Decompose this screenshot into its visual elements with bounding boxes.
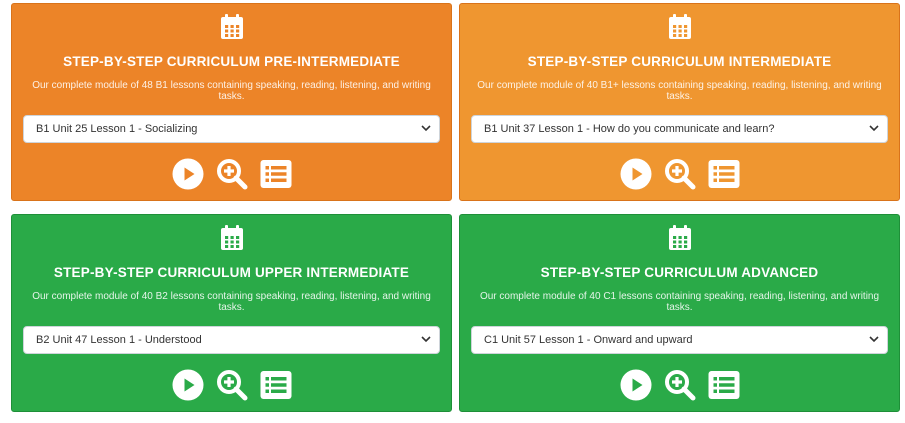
calendar-cell	[235, 245, 239, 248]
curriculum-card-pre-intermediate: STEP-BY-STEP CURRICULUM PRE-INTERMEDIATE…	[11, 3, 452, 201]
calendar-cell	[672, 34, 676, 37]
card-description: Our complete module of 40 B2 lessons con…	[32, 291, 431, 313]
card-description: Our complete module of 40 B1+ lessons co…	[477, 80, 882, 102]
calendar-cell	[678, 29, 682, 33]
play-icon	[172, 369, 203, 401]
zoom-in-icon	[216, 159, 247, 190]
lesson-list-button[interactable]	[260, 158, 292, 190]
play-button[interactable]	[620, 369, 652, 401]
play-icon	[620, 158, 651, 190]
zoom-in-icon	[216, 370, 247, 401]
card-title: STEP-BY-STEP CURRICULUM ADVANCED	[540, 265, 819, 280]
list-icon	[260, 371, 291, 399]
calendar-cell	[230, 245, 234, 248]
preview-button[interactable]	[216, 369, 248, 401]
calendar-cell	[224, 236, 228, 239]
calendar-cell	[672, 245, 676, 248]
card-title: STEP-BY-STEP CURRICULUM INTERMEDIATE	[527, 54, 832, 69]
calendar-cell	[678, 245, 682, 248]
card-actions	[460, 158, 899, 190]
card-description: Our complete module of 48 B1 lessons con…	[32, 80, 431, 102]
preview-button[interactable]	[664, 369, 696, 401]
calendar-cell	[672, 29, 676, 33]
play-button[interactable]	[172, 369, 204, 401]
calendar-cell	[230, 25, 234, 28]
lesson-list-button[interactable]	[708, 369, 740, 401]
calendar-cell	[678, 25, 682, 28]
zoom-in-icon	[664, 159, 695, 190]
preview-button[interactable]	[216, 158, 248, 190]
preview-button[interactable]	[664, 158, 696, 190]
chevron-down-icon	[421, 336, 431, 343]
play-button[interactable]	[620, 158, 652, 190]
calendar-cell	[235, 236, 239, 239]
calendar-cell	[672, 236, 676, 239]
calendar-cell	[683, 34, 687, 37]
calendar-cell	[224, 245, 228, 248]
calendar-cell	[683, 245, 687, 248]
curriculum-card-advanced: STEP-BY-STEP CURRICULUM ADVANCED Our com…	[459, 214, 900, 412]
card-description: Our complete module of 40 C1 lessons con…	[479, 291, 880, 313]
calendar-cell	[683, 240, 687, 244]
list-icon	[708, 371, 739, 399]
calendar-icon	[220, 14, 243, 39]
list-icon	[260, 160, 291, 188]
calendar-cell	[235, 34, 239, 37]
card-title: STEP-BY-STEP CURRICULUM UPPER INTERMEDIA…	[53, 265, 410, 280]
calendar-cell	[678, 240, 682, 244]
calendar-cell	[683, 236, 687, 239]
calendar-cell	[235, 240, 239, 244]
lesson-select-value: B1 Unit 37 Lesson 1 - How do you communi…	[484, 123, 775, 135]
lesson-select-value: B2 Unit 47 Lesson 1 - Understood	[36, 334, 202, 346]
calendar-cell	[230, 240, 234, 244]
lesson-select[interactable]: B2 Unit 47 Lesson 1 - Understood	[23, 326, 440, 354]
calendar-icon	[668, 14, 691, 39]
calendar-cell	[224, 25, 228, 28]
play-icon	[172, 158, 203, 190]
calendar-cell	[224, 29, 228, 33]
card-actions	[12, 369, 451, 401]
chevron-down-icon	[421, 125, 431, 132]
lesson-select-value: C1 Unit 57 Lesson 1 - Onward and upward	[484, 334, 693, 346]
lesson-select[interactable]: C1 Unit 57 Lesson 1 - Onward and upward	[471, 326, 888, 354]
calendar-cell	[672, 25, 676, 28]
lesson-list-button[interactable]	[708, 158, 740, 190]
calendar-cell	[230, 236, 234, 239]
calendar-cell	[683, 25, 687, 28]
card-title: STEP-BY-STEP CURRICULUM PRE-INTERMEDIATE	[63, 54, 400, 69]
calendar-cell	[235, 29, 239, 33]
curriculum-card-intermediate: STEP-BY-STEP CURRICULUM INTERMEDIATE Our…	[459, 3, 900, 201]
calendar-cell	[235, 25, 239, 28]
list-icon	[708, 160, 739, 188]
calendar-icon	[668, 225, 691, 250]
lesson-list-button[interactable]	[260, 369, 292, 401]
play-button[interactable]	[172, 158, 204, 190]
zoom-in-icon	[664, 370, 695, 401]
chevron-down-icon	[869, 125, 879, 132]
play-icon	[620, 369, 651, 401]
calendar-cell	[224, 34, 228, 37]
calendar-cell	[224, 240, 228, 244]
lesson-select[interactable]: B1 Unit 25 Lesson 1 - Socializing	[23, 115, 440, 143]
card-actions	[12, 158, 451, 190]
lesson-select[interactable]: B1 Unit 37 Lesson 1 - How do you communi…	[471, 115, 888, 143]
lesson-select-value: B1 Unit 25 Lesson 1 - Socializing	[36, 123, 198, 135]
calendar-cell	[678, 236, 682, 239]
calendar-cell	[678, 34, 682, 37]
chevron-down-icon	[869, 336, 879, 343]
card-actions	[460, 369, 899, 401]
calendar-cell	[683, 29, 687, 33]
calendar-icon	[220, 225, 243, 250]
calendar-cell	[672, 240, 676, 244]
curriculum-card-upper-intermediate: STEP-BY-STEP CURRICULUM UPPER INTERMEDIA…	[11, 214, 452, 412]
calendar-cell	[230, 34, 234, 37]
calendar-cell	[230, 29, 234, 33]
